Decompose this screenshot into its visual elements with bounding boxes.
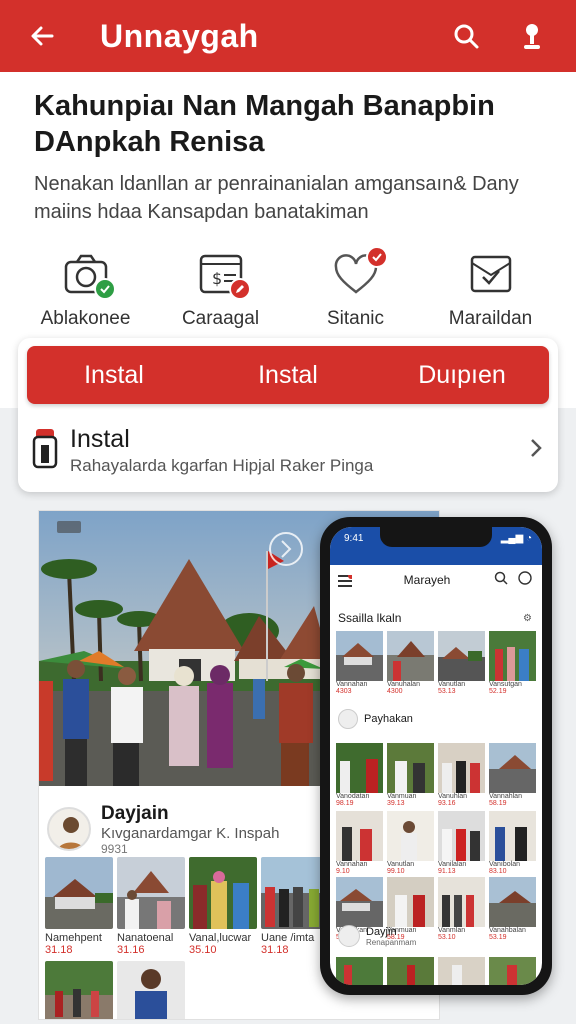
thumbnail[interactable]: Nanatoenal 31.16 [117,857,185,956]
poster-count: 9931 [101,841,128,856]
thumbnail-number: 31.18 [45,944,73,956]
phone-user-row[interactable]: Payhakan [338,709,413,729]
poster-subtitle: Kıvganardamgar K. Inspah [101,824,280,842]
thumbnail-number: 31.18 [261,944,289,956]
avatar [47,807,91,851]
feature-maraildan[interactable]: Maraildan [423,250,558,330]
feature-row: Ablakonee $ Caraagal Sitanic Maraildan [18,246,558,330]
feature-sitanic[interactable]: Sitanic [288,246,423,330]
install-row[interactable]: Instal Rahayalarda kgarfan Hipjal Raker … [32,422,544,478]
feature-label: Ablakonee [40,308,131,329]
pin-icon[interactable] [510,14,554,58]
phone-footer-name: Dayjin [366,925,397,938]
thumbnail-caption: Uane /imta [261,932,315,944]
phone-thumb[interactable] [336,957,383,985]
phone-mockup: 9:41 ▂▄▆ ◔ Marayeh Ssailla lkaln ⚙ Vanna… [320,517,552,995]
poster-name: Dayjain [101,802,169,824]
dollar-screen-icon: $ [195,250,251,300]
phone-thumb[interactable]: Vanıbolan 83.10 [489,811,536,875]
phone-thumb[interactable] [489,957,536,985]
arrow-left-icon[interactable] [20,14,64,58]
install-subtitle: Rahayalarda kgarfan Hipjal Raker Pinga [70,455,374,475]
phone-settings-icon[interactable]: ⚙ [523,613,532,624]
app-bar: Unnaygah [0,0,576,72]
heart-icon [330,246,388,298]
phone-thumb[interactable]: Vanodatan 98.19 [336,743,383,807]
install-title: Instal [70,424,130,453]
thumbnail-caption: Nanatoenal [117,932,174,944]
phone-thumb[interactable]: Vanmlan 53.10 [438,877,485,941]
edit-badge [228,278,251,300]
thumbnail[interactable]: Namehpent 31.18 [45,857,113,956]
phone-app-title: Marayeh [403,573,451,587]
phone-thumb[interactable]: Vansutgan 52.19 [489,631,536,695]
phone-thumb[interactable]: Vannahlan 58.19 [489,743,536,807]
camera-icon [60,250,116,300]
phone-section-title: Ssailla lkaln [338,611,402,625]
phone-status-bar: 9:41 ▂▄▆ ◔ [330,527,542,565]
thumbnail-caption: Namehpent [45,932,102,944]
svg-text:$: $ [212,269,222,288]
check-badge [365,246,388,268]
install-button-1[interactable]: Instal [27,361,201,390]
phone-profile-icon[interactable] [518,570,532,590]
check-badge [93,278,116,300]
headline: Kahunpiaı Nan Mangah Banapbin DAnpkah Re… [34,90,495,158]
menu-icon[interactable] [338,573,354,592]
phone-thumb[interactable]: Vanilalan 91.13 [438,811,485,875]
phone-thumb[interactable] [387,957,434,985]
search-icon[interactable] [444,14,488,58]
phone-search-icon[interactable] [494,571,508,590]
feature-caraagal[interactable]: $ Caraagal [153,250,288,330]
duipien-button[interactable]: Duıpıen [375,361,549,390]
phone-thumb[interactable]: Vanutlan 99.10 [387,811,434,875]
phone-screen: 9:41 ▂▄▆ ◔ Marayeh Ssailla lkaln ⚙ Vanna… [330,527,542,985]
phone-thumb[interactable] [438,957,485,985]
thumbnail[interactable]: Vanal,lucwar 35.10 [189,857,257,956]
phone-thumb[interactable]: Vannahan 4303 [336,631,383,695]
action-card: Instal Instal Duıpıen Instal Rahayalarda… [18,338,558,492]
mail-check-icon [465,250,517,298]
thumbnail[interactable] [45,961,113,1019]
feature-ablakonee[interactable]: Ablakonee [18,250,153,330]
phone-thumb[interactable]: Vanmuan 39.13 [387,743,434,807]
phone-app-bar: Marayeh [330,565,542,595]
phone-thumb[interactable]: Vanuhlan 93.16 [438,743,485,807]
thumbnail-number: 31.16 [117,944,145,956]
segmented-actions: Instal Instal Duıpıen [27,346,549,404]
chevron-right-icon[interactable] [528,437,544,464]
feature-label: Maraildan [448,308,533,329]
thumbnail[interactable] [117,961,185,1019]
phone-footer-user[interactable]: Dayjin Renapanmam [338,925,416,947]
phone-thumb[interactable]: Vanutlan 53.13 [438,631,485,695]
thumbnail[interactable]: Uane /imta 31.18 [261,857,329,956]
avatar [338,925,360,947]
description: Nenakan ldanllan ar penrainanialan amgan… [34,173,519,223]
install-button-2[interactable]: Instal [201,361,375,390]
app-package-icon [32,427,58,474]
phone-thumb[interactable]: Vanahbalan 53.19 [489,877,536,941]
feature-label: Sitanic [326,308,385,329]
avatar [338,709,358,729]
phone-thumb[interactable]: Vannahan 9.10 [336,811,383,875]
app-title: Unnaygah [100,17,259,54]
phone-footer-sub: Renapanmam [366,937,417,947]
thumbnail-number: 35.10 [189,944,217,956]
phone-thumb[interactable]: Vanuhalan 4300 [387,631,434,695]
phone-user-name: Payhakan [364,713,413,725]
thumbnail-caption: Vanal,lucwar [189,932,252,944]
feature-label: Caraagal [181,308,260,329]
